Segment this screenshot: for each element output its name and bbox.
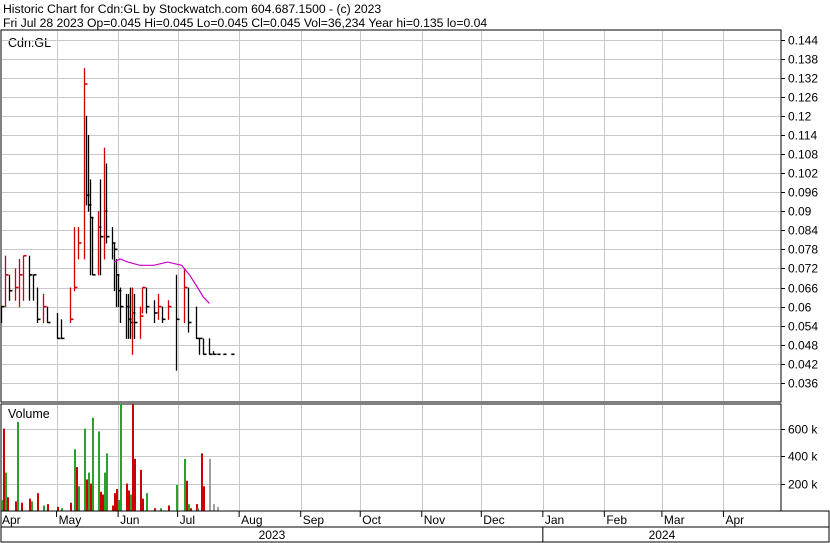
price-tick-label: 0.108 [788,148,818,162]
price-tick-label: 0.096 [788,186,818,200]
volume-bar [47,504,49,511]
volume-bar [5,472,7,511]
month-label: Aug [241,513,262,527]
stock-chart: Historic Chart for Cdn:GL by Stockwatch.… [0,2,830,543]
price-tick-label: 0.114 [788,129,817,143]
volume-bar [17,421,19,511]
volume-bar [100,491,102,511]
price-y-axis: 0.144 0.138 0.132 0.126 0.12 0.114 0.108 0.102 0… [781,34,818,391]
price-tick-label: 0.054 [788,320,818,334]
volume-bar [86,479,88,511]
volume-bar [120,404,122,511]
volume-bar [116,489,118,511]
volume-bar [3,428,5,511]
volume-bar [114,493,116,511]
volume-bar [57,506,59,511]
volume-bar [118,500,120,511]
volume-panel-title: Volume [8,407,50,421]
price-tick-label: 0.102 [788,167,818,181]
volume-bar [76,467,78,511]
price-panel-symbol: Cdn:GL [8,36,51,50]
month-label: May [59,513,82,527]
year-label: 2023 [259,528,286,542]
month-label: Oct [362,513,381,527]
volume-bar [74,449,76,511]
chart-header-title: Historic Chart for Cdn:GL by Stockwatch.… [3,2,381,16]
price-tick-label: 0.138 [788,53,818,67]
month-label: Sep [303,513,325,527]
month-label: Dec [483,513,504,527]
volume-bar [37,493,39,511]
price-tick-label: 0.132 [788,72,818,86]
volume-bar [104,472,106,511]
volume-bar [130,494,132,511]
volume-bar [70,502,72,511]
volume-bar [106,453,108,511]
volume-bar [7,497,9,511]
price-tick-label: 0.078 [788,243,818,257]
volume-bar [186,480,188,511]
volume-bar [201,453,203,511]
volume-bar [142,498,144,511]
price-panel: Cdn:GL 0.144 0.138 0.132 0.126 0.12 0.114 0.10… [0,29,818,403]
volume-tick-label: 200 k [788,478,818,492]
price-tick-label: 0.066 [788,282,818,296]
volume-bar [128,490,130,511]
volume-tick-label: 400 k [788,450,818,464]
volume-bar [88,472,90,511]
price-tick-label: 0.036 [788,377,818,391]
price-tick-label: 0.072 [788,262,818,276]
volume-bar [84,428,86,511]
price-tick-label: 0.042 [788,358,818,372]
month-label: Apr [725,513,744,527]
price-tick-label: 0.084 [788,224,818,238]
volume-bar [132,404,134,511]
month-label: Apr [2,513,21,527]
volume-bar [188,504,190,511]
volume-bar [203,486,205,511]
month-label: Nov [424,513,445,527]
price-tick-label: 0.144 [788,34,818,48]
volume-bar [21,502,23,511]
volume-bar [140,469,142,511]
volume-bar [112,505,114,511]
month-label: Jun [120,513,139,527]
month-label: Jul [180,513,195,527]
year-label: 2024 [649,528,676,542]
price-tick-label: 0.12 [788,110,812,124]
volume-bar [15,501,17,511]
volume-bar [29,498,31,511]
price-tick-label: 0.06 [788,301,812,315]
volume-bar [176,484,178,511]
price-tick-label: 0.09 [788,205,812,219]
volume-tick-label: 600 k [788,423,818,437]
volume-bar [184,458,186,511]
volume-bar [209,458,211,511]
volume-bar [213,504,215,511]
month-label: Mar [664,513,685,527]
volume-bar [126,483,128,511]
volume-bar [217,506,219,511]
volume-bar [31,501,33,511]
volume-bar [92,417,94,511]
chart-header-quote: Fri Jul 28 2023 Op=0.045 Hi=0.045 Lo=0.0… [3,16,487,30]
volume-bar [98,431,100,511]
volume-panel: Volume 600 k 400 k 200 k [0,403,818,512]
volume-bar [146,493,148,511]
month-label: Jan [545,513,564,527]
price-tick-label: 0.126 [788,91,818,105]
time-axis: Apr May Jun Jul Aug Sep Oct Nov Dec Jan Feb Mar Apr … [0,510,830,543]
month-label: Feb [606,513,627,527]
volume-bar [102,494,104,511]
volume-bar [90,483,92,511]
volume-bar [78,486,80,511]
volume-bar [43,505,45,511]
volume-y-axis: 600 k 400 k 200 k [781,423,818,492]
year-axis-frame [0,526,830,543]
volume-bar [134,458,136,511]
volume-bar [1,500,3,511]
price-tick-label: 0.048 [788,339,818,353]
volume-bar [168,505,170,511]
